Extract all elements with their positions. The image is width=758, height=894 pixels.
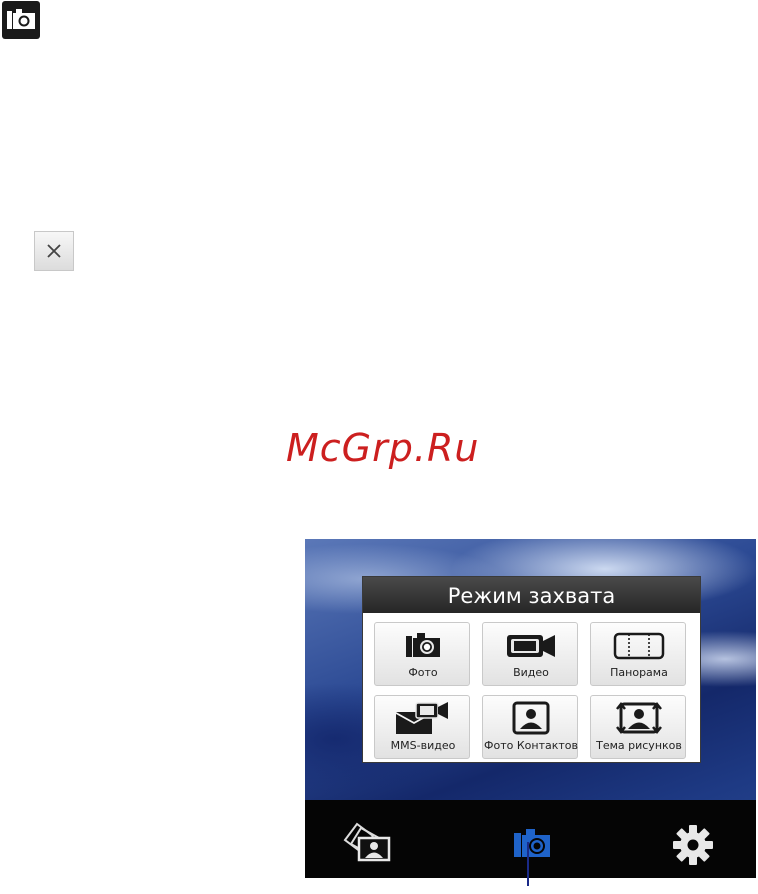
mode-label: Тема рисунков bbox=[596, 739, 682, 752]
video-camera-icon bbox=[507, 635, 555, 657]
mode-label: Панорама bbox=[610, 666, 668, 679]
camera-screen: Режим захвата Фото Видео Панорама MMS-ви… bbox=[305, 539, 756, 878]
camera-icon bbox=[514, 829, 550, 857]
callout-pointer-line bbox=[527, 842, 529, 886]
settings-button[interactable] bbox=[671, 823, 715, 867]
panorama-icon bbox=[613, 632, 665, 660]
mode-button-video[interactable]: Видео bbox=[482, 622, 578, 686]
mode-button-picture-theme[interactable]: Тема рисунков bbox=[590, 695, 686, 759]
gear-icon bbox=[673, 825, 713, 865]
camera-icon bbox=[2, 1, 40, 39]
mode-label: Видео bbox=[513, 666, 549, 679]
mode-button-photo[interactable]: Фото bbox=[374, 622, 470, 686]
album-button[interactable] bbox=[339, 818, 395, 864]
mode-button-panorama[interactable]: Панорама bbox=[590, 622, 686, 686]
album-icon bbox=[343, 822, 391, 862]
mode-label: Фото bbox=[408, 666, 438, 679]
watermark-text: McGrp.Ru bbox=[286, 426, 480, 470]
mode-label: MMS-видео bbox=[390, 739, 456, 752]
contact-photo-icon bbox=[512, 701, 550, 735]
dialog-title: Режим захвата bbox=[363, 577, 700, 613]
close-button[interactable] bbox=[34, 231, 74, 271]
mode-button-mms-video[interactable]: MMS-видео bbox=[374, 695, 470, 759]
capture-mode-dialog: Режим захвата Фото Видео Панорама MMS-ви… bbox=[362, 576, 701, 763]
mode-button-contact-photo[interactable]: Фото Контактов bbox=[482, 695, 578, 759]
mms-video-icon bbox=[396, 702, 448, 734]
picture-theme-icon bbox=[616, 701, 662, 735]
mode-label: Фото Контактов bbox=[484, 739, 578, 752]
capture-mode-button[interactable] bbox=[512, 826, 552, 860]
bottom-toolbar bbox=[305, 800, 756, 878]
close-icon bbox=[47, 244, 61, 258]
camera-icon bbox=[406, 633, 440, 657]
